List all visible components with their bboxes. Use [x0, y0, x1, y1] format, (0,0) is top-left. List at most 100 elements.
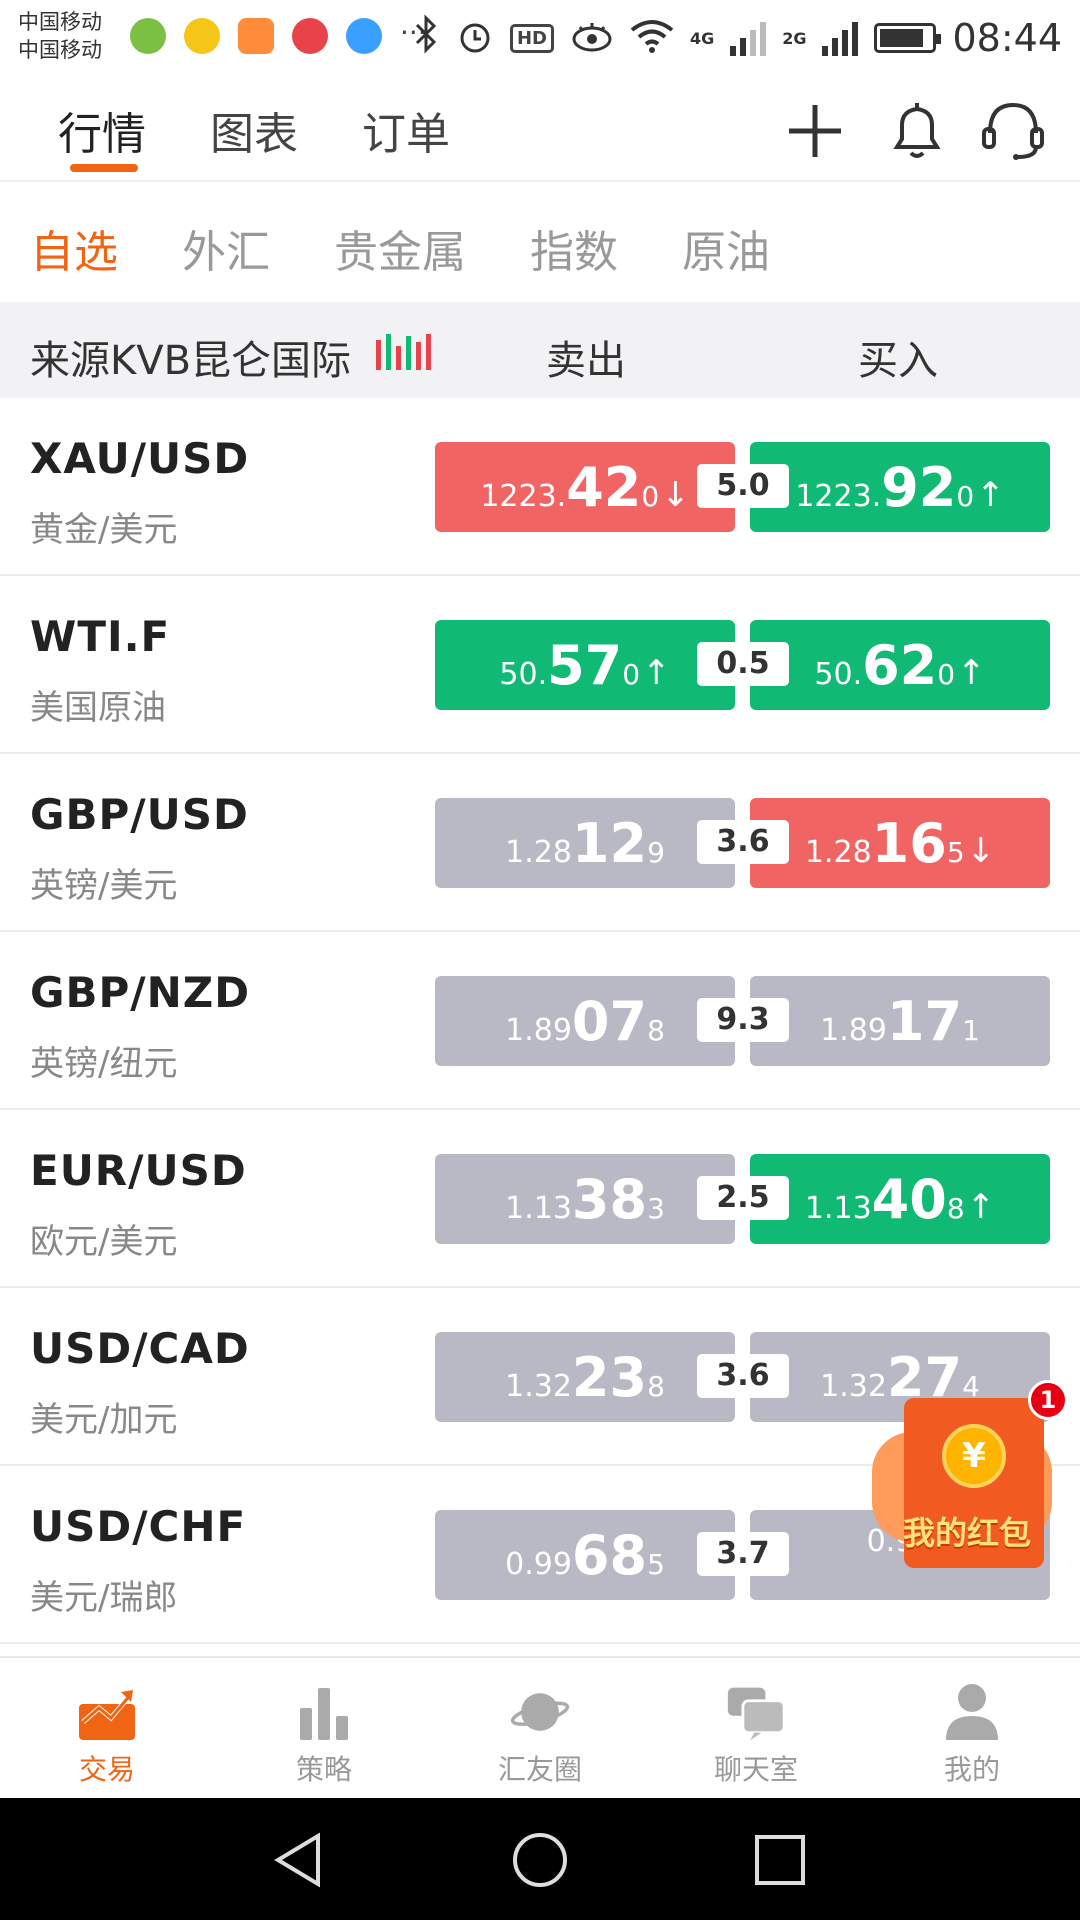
clock: 08:44 — [952, 16, 1062, 60]
sell-price-button[interactable]: 1.32 23 8 — [435, 1332, 735, 1422]
price-pips: 12 — [571, 812, 648, 875]
category-crude-oil[interactable]: 原油 — [682, 216, 770, 280]
symbol-code: EUR/USD — [30, 1146, 247, 1195]
down-arrow-icon: ↓ — [661, 475, 690, 515]
price-pips: 40 — [871, 1168, 947, 1231]
spread-badge: 9.3 — [697, 998, 789, 1042]
price-pips: 17 — [886, 990, 963, 1053]
status-bar: 中国移动 中国移动 ··· HD 4G 2G 08:44 — [0, 0, 1080, 76]
nav-strategy[interactable]: 策略 — [254, 1682, 394, 1788]
symbol-code: XAU/USD — [30, 434, 250, 483]
profile-icon — [942, 1682, 1002, 1742]
nav-community[interactable]: 汇友圈 — [470, 1682, 610, 1788]
red-packet-label: 我的红包 — [902, 1514, 1031, 1552]
headset-icon[interactable] — [978, 96, 1048, 166]
back-icon[interactable] — [270, 1830, 330, 1890]
buy-column-header: 买入 — [858, 338, 938, 384]
price-prefix: 50. — [814, 657, 863, 692]
tab-chart[interactable]: 图表 — [210, 98, 298, 162]
price-pips: 16 — [871, 812, 947, 875]
status-indicators: HD 4G 2G 08:44 — [414, 10, 1062, 66]
symbol-name: 美国原油 — [30, 688, 166, 728]
carrier-2: 中国移动 — [18, 38, 102, 62]
price-fraction: 0 — [622, 658, 641, 691]
nav-label: 策略 — [295, 1753, 352, 1786]
price-prefix: 1.28 — [505, 835, 572, 870]
price-prefix: 1.89 — [505, 1013, 572, 1048]
coin-icon: ¥ — [942, 1424, 1006, 1488]
spread-badge: 3.6 — [697, 1354, 789, 1398]
quote-source-label: 来源KVB昆仑国际 — [30, 338, 352, 384]
price-fraction: 0 — [937, 658, 956, 691]
sell-price-button[interactable]: 1223. 42 0 ↓ — [435, 442, 735, 532]
eye-icon — [570, 19, 614, 57]
battery-icon — [874, 23, 942, 53]
quote-row[interactable]: GBP/USD 英镑/美元 1.28 12 9 1.28 16 5 ↓ 3.6 — [0, 754, 1080, 932]
price-prefix: 1.28 — [804, 835, 872, 870]
symbol-name: 美元/加元 — [30, 1400, 178, 1440]
price-fraction: 0 — [956, 480, 975, 513]
sell-price-button[interactable]: 1.28 12 9 — [435, 798, 735, 888]
app-notification-icon — [130, 18, 166, 54]
home-icon[interactable] — [510, 1830, 570, 1890]
price-pips: 62 — [862, 634, 938, 697]
tab-market[interactable]: 行情 — [58, 98, 146, 162]
nav-chatroom[interactable]: 聊天室 — [686, 1682, 826, 1788]
price-pips: 92 — [881, 456, 957, 519]
quote-row[interactable]: EUR/USD 欧元/美元 1.13 38 3 1.13 40 8 ↑ 2.5 — [0, 1110, 1080, 1288]
nav-trade[interactable]: 交易 — [37, 1682, 177, 1788]
plus-icon[interactable] — [780, 96, 850, 166]
category-indices[interactable]: 指数 — [530, 216, 618, 280]
price-pips: 42 — [566, 456, 642, 519]
sell-price-button[interactable]: 50. 57 0 ↑ — [435, 620, 735, 710]
buy-price-button[interactable]: 1.89 17 1 — [750, 976, 1050, 1066]
buy-price-button[interactable]: 50. 62 0 ↑ — [750, 620, 1050, 710]
app-notification-icon — [346, 18, 382, 54]
up-arrow-icon: ↑ — [957, 653, 986, 693]
buy-price-button[interactable]: 1.28 16 5 ↓ — [750, 798, 1050, 888]
quote-row[interactable]: GBP/NZD 英镑/纽元 1.89 07 8 1.89 17 1 9.3 — [0, 932, 1080, 1110]
category-forex[interactable]: 外汇 — [182, 216, 270, 280]
nav-profile[interactable]: 我的 — [902, 1682, 1042, 1788]
network-2g-label: 2G — [782, 28, 807, 48]
buy-price-button[interactable]: 1.13 40 8 ↑ — [750, 1154, 1050, 1244]
nav-label: 交易 — [78, 1753, 135, 1786]
price-fraction: 8 — [647, 1370, 665, 1403]
network-4g-label: 4G — [689, 28, 715, 48]
buy-price-button[interactable]: 1223. 92 0 ↑ — [750, 442, 1050, 532]
tab-orders[interactable]: 订单 — [362, 98, 450, 162]
price-fraction: 5 — [946, 836, 965, 869]
nav-label: 聊天室 — [713, 1753, 798, 1786]
quote-row[interactable]: XAU/USD 黄金/美元 1223. 42 0 ↓ 1223. 92 0 ↑ 5.0 — [0, 398, 1080, 576]
carrier-labels: 中国移动 中国移动 — [18, 8, 102, 64]
sell-price-button[interactable]: 1.89 07 8 — [435, 976, 735, 1066]
sell-price-button[interactable]: 1.13 38 3 — [435, 1154, 735, 1244]
alarm-icon — [456, 17, 494, 59]
price-pips: 38 — [571, 1168, 648, 1231]
bell-icon[interactable] — [882, 96, 952, 166]
red-packet-button[interactable]: ¥ 我的红包 1 — [872, 1380, 1068, 1588]
symbol-name: 美元/瑞郎 — [30, 1578, 178, 1618]
app-notification-icon — [238, 18, 274, 54]
price-prefix: 1223. — [795, 479, 882, 514]
hd-icon: HD — [509, 23, 554, 53]
up-arrow-icon: ↑ — [642, 653, 671, 693]
carrier-1: 中国移动 — [18, 10, 102, 34]
up-arrow-icon: ↑ — [966, 1187, 996, 1227]
bottom-nav: 交易 策略 汇友圈 聊天室 我的 — [0, 1656, 1080, 1798]
price-prefix: 1.89 — [820, 1013, 887, 1048]
price-fraction: 9 — [647, 836, 665, 869]
down-arrow-icon: ↓ — [966, 831, 996, 871]
top-tab-bar: 行情 图表 订单 — [0, 76, 1080, 182]
bluetooth-icon — [414, 14, 440, 62]
quote-row[interactable]: WTI.F 美国原油 50. 57 0 ↑ 50. 62 0 ↑ 0.5 — [0, 576, 1080, 754]
category-precious-metals[interactable]: 贵金属 — [334, 216, 466, 280]
sell-price-button[interactable]: 0.99 68 5 — [435, 1510, 735, 1600]
category-watchlist[interactable]: 自选 — [30, 216, 118, 280]
recent-apps-icon[interactable] — [750, 1830, 810, 1890]
price-prefix: 0.99 — [505, 1547, 572, 1582]
spread-badge: 3.7 — [697, 1532, 789, 1576]
trade-icon — [77, 1682, 137, 1742]
price-prefix: 1.13 — [505, 1191, 572, 1226]
spread-badge: 2.5 — [697, 1176, 789, 1220]
